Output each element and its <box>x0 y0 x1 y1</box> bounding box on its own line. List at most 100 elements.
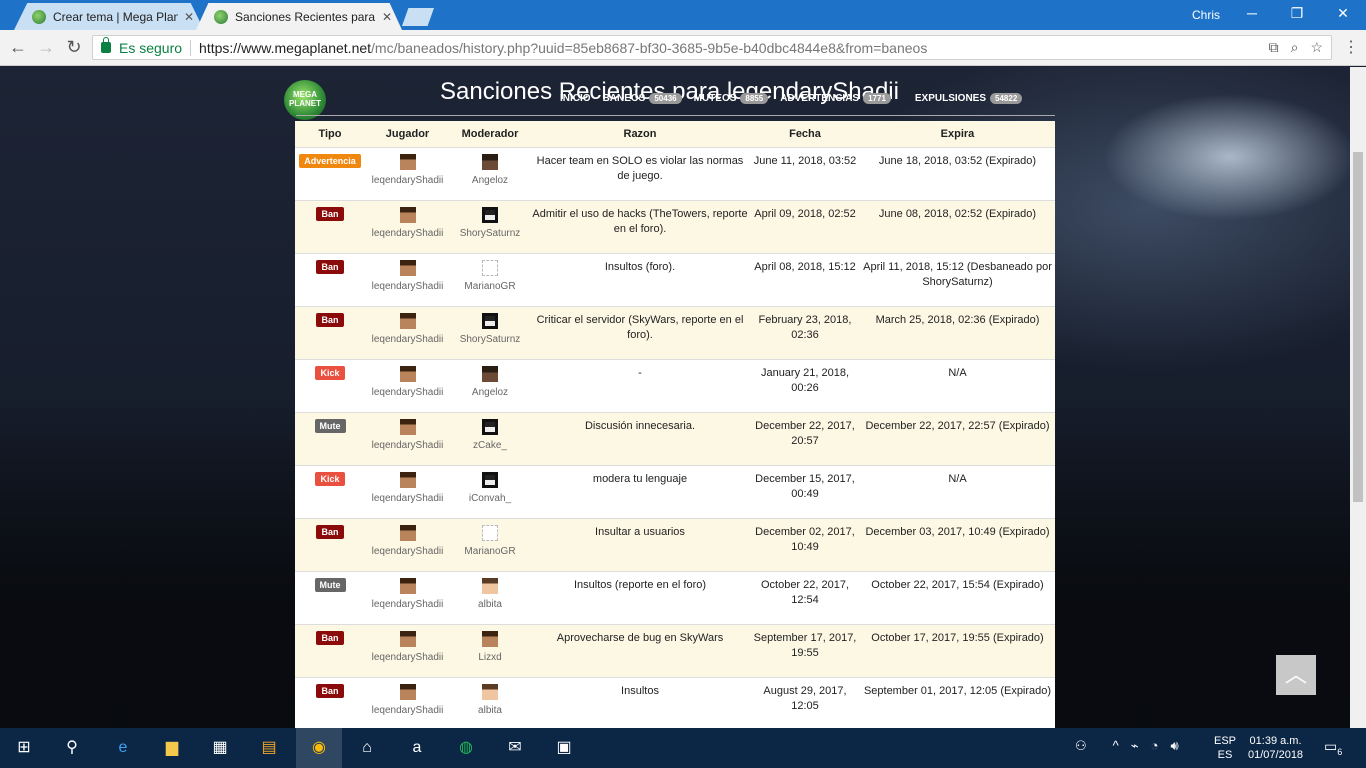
cell-moderador[interactable]: Angeloz <box>450 359 530 413</box>
cell-jugador[interactable]: leqendaryShadii <box>365 359 450 413</box>
notification-center-icon[interactable]: ▭6 <box>1324 738 1342 757</box>
moderator-name[interactable]: Angeloz <box>472 175 508 186</box>
moderator-name[interactable]: albita <box>478 599 502 610</box>
new-tab-button[interactable] <box>402 8 434 26</box>
amazon-icon[interactable]: a <box>405 736 429 760</box>
nav-label: ADVERTENCIAS <box>780 93 860 104</box>
nav-baneos[interactable]: BANEOS 50436 <box>603 93 682 104</box>
zoom-icon[interactable]: ⌕ <box>1291 39 1299 56</box>
photos-icon[interactable]: ▣ <box>552 736 576 760</box>
wifi-icon[interactable]: ◔ <box>1151 738 1159 754</box>
cell-jugador[interactable]: leqendaryShadii <box>365 412 450 466</box>
cell-moderador[interactable]: zCake_ <box>450 412 530 466</box>
cell-moderador[interactable]: Lizxd <box>450 624 530 678</box>
tab-crear-tema[interactable]: Crear tema | Mega Planet ✕ <box>14 3 204 30</box>
volume-icon[interactable]: 🔊︎ <box>1170 738 1178 754</box>
cell-jugador[interactable]: leqendaryShadii <box>365 624 450 678</box>
store-icon[interactable]: ▦ <box>208 736 232 760</box>
search-icon[interactable]: ⚲ <box>60 736 84 760</box>
language-indicator[interactable]: ESP ES <box>1214 734 1236 762</box>
home-icon[interactable]: ⌂ <box>355 736 379 760</box>
player-name[interactable]: leqendaryShadii <box>372 705 444 716</box>
spotify-icon[interactable]: ◍ <box>454 736 478 760</box>
network-icon[interactable]: ⌁ <box>1131 738 1139 754</box>
cell-fecha: June 11, 2018, 03:52 <box>750 147 860 201</box>
clock[interactable]: 01:39 a.m. 01/07/2018 <box>1248 734 1303 762</box>
moderator-name[interactable]: zCake_ <box>473 440 507 451</box>
tab-sanciones[interactable]: Sanciones Recientes para ✕ <box>196 3 402 30</box>
windows-start-icon[interactable]: ⊞ <box>12 736 36 760</box>
moderator-avatar <box>482 153 498 170</box>
cell-moderador[interactable]: Angeloz <box>450 147 530 201</box>
player-name[interactable]: leqendaryShadii <box>372 599 444 610</box>
moderator-name[interactable]: MarianoGR <box>464 281 515 292</box>
blocked-popup-icon[interactable]: ⧉ <box>1269 39 1279 56</box>
cell-jugador[interactable]: leqendaryShadii <box>365 571 450 625</box>
people-icon[interactable]: ⚇ <box>1075 738 1087 754</box>
nav-expulsiones[interactable]: EXPULSIONES 54822 <box>915 93 1023 104</box>
player-name[interactable]: leqendaryShadii <box>372 228 444 239</box>
file-explorer-icon[interactable]: ▆ <box>160 736 184 760</box>
cell-jugador[interactable]: leqendaryShadii <box>365 147 450 201</box>
cell-moderador[interactable]: MarianoGR <box>450 253 530 307</box>
chevron-up-icon[interactable]: ^ <box>1113 738 1119 754</box>
cell-moderador[interactable]: iConvah_ <box>450 465 530 519</box>
cell-moderador[interactable]: albita <box>450 677 530 728</box>
cell-jugador[interactable]: leqendaryShadii <box>365 518 450 572</box>
nav-inicio[interactable]: INICIO <box>560 93 591 104</box>
player-name[interactable]: leqendaryShadii <box>372 334 444 345</box>
cell-jugador[interactable]: leqendaryShadii <box>365 306 450 360</box>
cell-moderador[interactable]: albita <box>450 571 530 625</box>
back-arrow-icon[interactable]: ← <box>8 37 28 58</box>
forward-arrow-icon[interactable]: → <box>36 37 56 58</box>
moderator-name[interactable]: MarianoGR <box>464 546 515 557</box>
cell-moderador[interactable]: ShorySaturnz <box>450 200 530 254</box>
address-bar[interactable]: Es seguro https://www.megaplanet.net/mc/… <box>92 35 1332 60</box>
player-avatar <box>399 577 416 594</box>
scrollbar-thumb[interactable] <box>1353 152 1363 502</box>
moderator-name[interactable]: albita <box>478 705 502 716</box>
edge-browser-icon[interactable]: e <box>111 736 135 760</box>
profile-name[interactable]: Chris <box>1192 8 1220 22</box>
scroll-to-top-button[interactable]: ︿ <box>1276 655 1316 695</box>
cell-jugador[interactable]: leqendaryShadii <box>365 253 450 307</box>
moderator-name[interactable]: Angeloz <box>472 387 508 398</box>
moderator-avatar <box>482 418 498 435</box>
chrome-icon[interactable]: ◉ <box>296 728 342 768</box>
moderator-name[interactable]: ShorySaturnz <box>460 228 521 239</box>
close-icon[interactable]: ✕ <box>382 10 392 24</box>
player-name[interactable]: leqendaryShadii <box>372 546 444 557</box>
close-window-icon[interactable]: ✕ <box>1328 5 1358 22</box>
notes-app-icon[interactable]: ▤ <box>257 736 281 760</box>
menu-dots-icon[interactable]: ⋮ <box>1343 37 1359 57</box>
mail-icon[interactable]: ✉ <box>503 736 527 760</box>
restore-icon[interactable]: ❐ <box>1282 5 1312 22</box>
nav-muteos[interactable]: MUTEOS 8855 <box>694 93 769 104</box>
page-scrollbar[interactable] <box>1350 67 1366 728</box>
minimize-icon[interactable]: ─ <box>1237 5 1267 21</box>
bookmark-star-icon[interactable]: ☆ <box>1310 39 1323 56</box>
player-name[interactable]: leqendaryShadii <box>372 440 444 451</box>
moderator-name[interactable]: iConvah_ <box>469 493 511 504</box>
player-name[interactable]: leqendaryShadii <box>372 387 444 398</box>
cell-jugador[interactable]: leqendaryShadii <box>365 677 450 728</box>
cell-tipo: Ban <box>295 306 365 360</box>
close-icon[interactable]: ✕ <box>184 10 194 24</box>
nav-advertencias[interactable]: ADVERTENCIAS 1771 <box>780 93 891 104</box>
moderator-name[interactable]: Lizxd <box>478 652 501 663</box>
sanction-type-badge: Ban <box>316 683 344 698</box>
player-name[interactable]: leqendaryShadii <box>372 175 444 186</box>
player-name[interactable]: leqendaryShadii <box>372 493 444 504</box>
cell-jugador[interactable]: leqendaryShadii <box>365 465 450 519</box>
cell-jugador[interactable]: leqendaryShadii <box>365 200 450 254</box>
player-name[interactable]: leqendaryShadii <box>372 652 444 663</box>
megaplanet-logo[interactable]: MEGA PLANET <box>284 80 326 120</box>
cell-moderador[interactable]: ShorySaturnz <box>450 306 530 360</box>
player-name[interactable]: leqendaryShadii <box>372 281 444 292</box>
table-row: Ban leqendaryShadii MarianoGR Insultar a us… <box>295 518 1055 572</box>
cell-moderador[interactable]: MarianoGR <box>450 518 530 572</box>
reload-icon[interactable]: ↻ <box>64 37 84 58</box>
cell-expira: June 18, 2018, 03:52 (Expirado) <box>860 147 1055 201</box>
moderator-name[interactable]: ShorySaturnz <box>460 334 521 345</box>
moderator-avatar <box>482 630 498 647</box>
